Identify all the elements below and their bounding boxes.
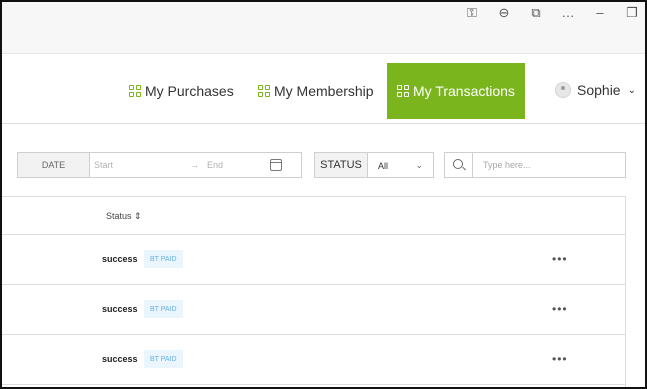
browser-toolbar: ⚿ ⊖ ⧉ … – ❐ xyxy=(2,2,645,54)
chevron-down-icon: ⌄ xyxy=(627,84,636,96)
nav-label: My Purchases xyxy=(145,83,234,99)
status-select-value: All xyxy=(378,161,389,171)
status-cell: success xyxy=(102,254,138,264)
search-box[interactable]: Type here... xyxy=(444,152,626,178)
row-more-icon[interactable]: ••• xyxy=(552,252,568,266)
table-row: success BT PAID ••• xyxy=(2,235,625,285)
nav-label: My Transactions xyxy=(413,83,515,99)
grid-icon xyxy=(258,85,270,97)
calendar-icon[interactable] xyxy=(269,159,283,171)
more-icon[interactable]: … xyxy=(561,5,575,21)
navbar: My Purchases My Membership My Transactio… xyxy=(2,54,645,124)
status-badge: BT PAID xyxy=(144,350,183,368)
restore-icon[interactable]: ❐ xyxy=(625,5,639,21)
zoom-out-icon[interactable]: ⊖ xyxy=(497,5,511,21)
key-icon[interactable]: ⚿ xyxy=(465,5,479,21)
nav-label: My Membership xyxy=(274,83,374,99)
avatar xyxy=(555,82,571,98)
nav-my-purchases[interactable]: My Purchases xyxy=(129,63,234,119)
date-range-picker[interactable]: Start → End xyxy=(90,152,302,178)
status-cell: success xyxy=(102,304,138,314)
grid-icon xyxy=(397,85,409,97)
search-input[interactable]: Type here... xyxy=(483,160,531,170)
date-end-input[interactable]: End xyxy=(207,160,223,170)
row-more-icon[interactable]: ••• xyxy=(552,302,568,316)
status-filter-label: STATUS xyxy=(314,152,368,178)
row-more-icon[interactable]: ••• xyxy=(552,352,568,366)
nav-my-transactions[interactable]: My Transactions xyxy=(387,63,525,119)
sort-icon[interactable]: ⇕ xyxy=(134,211,142,221)
browser-actions: ⚿ ⊖ ⧉ … – ❐ xyxy=(465,5,639,21)
grid-icon xyxy=(129,85,141,97)
table-row: success BT PAID ••• xyxy=(2,285,625,335)
transactions-table: Status ⇕ success BT PAID ••• success BT … xyxy=(2,196,626,387)
extension-icon[interactable]: ⧉ xyxy=(529,5,543,21)
status-badge: BT PAID xyxy=(144,300,183,318)
column-header-label: Status xyxy=(106,211,132,221)
minimize-icon[interactable]: – xyxy=(593,5,607,21)
nav-my-membership[interactable]: My Membership xyxy=(258,63,374,119)
table-row: success BT PAID ••• xyxy=(2,335,625,385)
status-cell: success xyxy=(102,354,138,364)
user-name: Sophie xyxy=(577,82,621,98)
status-badge: BT PAID xyxy=(144,250,183,268)
user-menu[interactable]: Sophie ⌄ xyxy=(555,82,636,98)
search-icon[interactable] xyxy=(445,153,473,177)
date-start-input[interactable]: Start xyxy=(94,160,113,170)
arrow-icon: → xyxy=(190,160,199,170)
status-select[interactable]: All ⌄ xyxy=(368,152,434,178)
date-filter-label: DATE xyxy=(17,152,90,178)
chevron-down-icon: ⌄ xyxy=(415,160,423,170)
column-header-status[interactable]: Status ⇕ xyxy=(106,211,142,222)
